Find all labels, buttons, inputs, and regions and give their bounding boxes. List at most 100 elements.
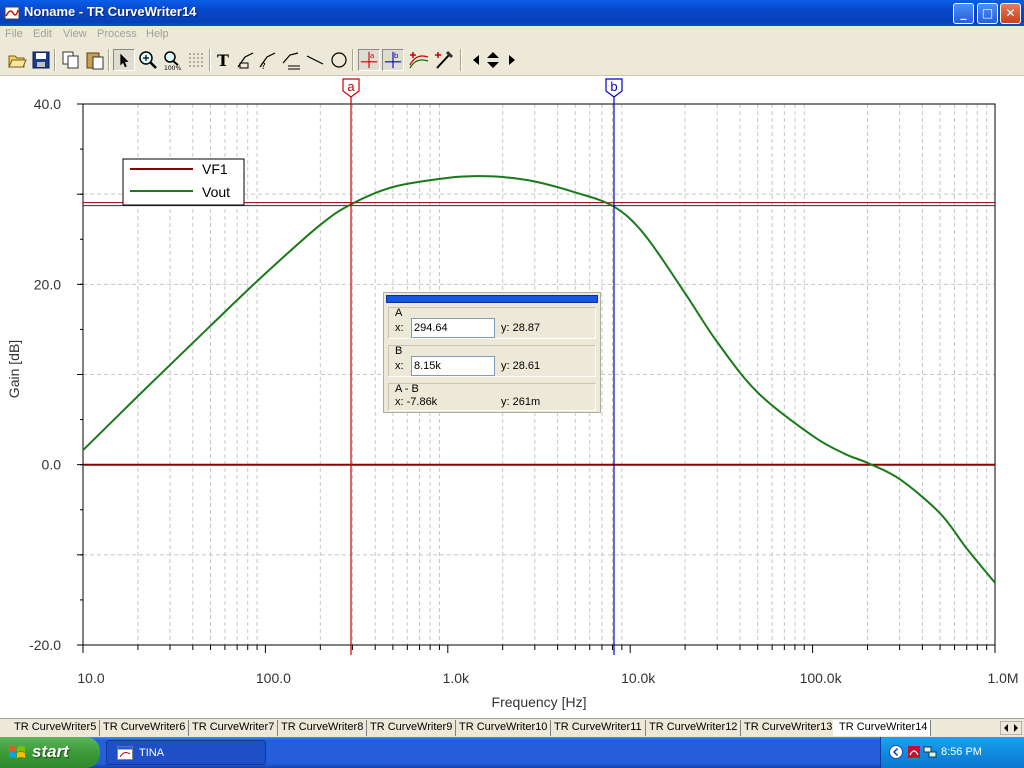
readout-diff-x-value: x: -7.86k (395, 396, 438, 408)
tab-curvewriter8[interactable]: TR CurveWriter8 (275, 720, 368, 736)
legend-label-vout: Vout (202, 184, 230, 200)
cursor-b-label: b (610, 79, 617, 94)
curve-add-icon[interactable] (408, 49, 430, 71)
ellipse-icon[interactable] (328, 49, 350, 71)
y-tick-label: 20.0 (34, 276, 61, 292)
tab-scroll-arrows[interactable] (1000, 721, 1022, 735)
network-icon[interactable] (923, 745, 937, 759)
label-line-icon[interactable] (280, 49, 302, 71)
line-icon[interactable] (304, 49, 326, 71)
zoom-in-icon[interactable] (137, 49, 159, 71)
taskbar: start TINA 8:56 PM (0, 737, 1024, 768)
tab-curvewriter13[interactable]: TR CurveWriter13 (738, 720, 837, 736)
app-window: Noname - TR CurveWriter14 _ □ ✕ File Edi… (0, 0, 1024, 768)
svg-text:?: ? (261, 62, 266, 71)
svg-text:T: T (217, 51, 229, 70)
zoom-100-icon[interactable]: 100% (161, 49, 183, 71)
start-label: start (32, 742, 69, 761)
readout-diff-label: A - B (395, 383, 419, 395)
label-query-icon[interactable]: ? (257, 49, 279, 71)
menu-process[interactable]: Process (97, 28, 137, 40)
cursor-b-icon[interactable]: b (382, 49, 404, 71)
label-icon[interactable] (235, 49, 257, 71)
taskbar-item-tina[interactable]: TINA (106, 740, 266, 765)
grid-icon[interactable] (185, 49, 207, 71)
copy-icon[interactable] (60, 49, 82, 71)
tab-curvewriter11[interactable]: TR CurveWriter11 (548, 720, 646, 736)
cursor-a-label: a (347, 79, 355, 94)
window-title: Noname - TR CurveWriter14 (24, 4, 197, 19)
menu-edit[interactable]: Edit (33, 28, 52, 40)
x-tick-label: 10.0 (77, 670, 104, 686)
probe-icon[interactable] (433, 49, 455, 71)
taskbar-item-label: TINA (139, 747, 165, 759)
chevron-left-icon[interactable] (889, 745, 903, 759)
menu-help[interactable]: Help (146, 28, 169, 40)
tab-curvewriter12[interactable]: TR CurveWriter12 (643, 720, 742, 736)
toolbar-separator (352, 49, 354, 71)
y-tick-label: -20.0 (29, 637, 61, 653)
svg-text:a: a (370, 51, 374, 60)
minimize-button[interactable]: _ (953, 3, 974, 24)
tab-curvewriter9[interactable]: TR CurveWriter9 (364, 720, 457, 736)
x-tick-label: 1.0M (987, 670, 1018, 686)
svg-text:b: b (394, 51, 399, 60)
svg-text:100%: 100% (164, 65, 181, 71)
start-button[interactable]: start (0, 737, 100, 768)
save-icon[interactable] (30, 49, 52, 71)
readout-group-b: B x: 8.15k y: 28.61 (388, 345, 596, 377)
menu-bar: File Edit View Process Help (0, 26, 1024, 44)
readout-a-label: A (395, 307, 403, 319)
tab-curvewriter7[interactable]: TR CurveWriter7 (186, 720, 279, 736)
menu-view[interactable]: View (63, 28, 87, 40)
toolbar: 100% T ? a b (0, 44, 1024, 76)
pointer-icon[interactable] (113, 49, 135, 71)
readout-group-diff: A - B x: -7.86k y: 261m (388, 383, 596, 411)
y-tick-label: 40.0 (34, 96, 61, 112)
readout-b-label: B (395, 345, 403, 357)
toolbar-separator (209, 49, 211, 71)
readout-group-a: A x: 294.64 y: 28.87 (388, 307, 596, 339)
readout-b-x-label: x: (395, 360, 404, 372)
tina-app-icon (117, 746, 133, 760)
windows-logo-icon (9, 746, 25, 758)
cursor-a-x-input[interactable]: 294.64 (411, 318, 495, 338)
tab-curvewriter5[interactable]: TR CurveWriter5 (8, 720, 101, 736)
maximize-button[interactable]: □ (977, 3, 998, 24)
pdf-icon[interactable] (907, 745, 921, 759)
x-tick-label: 100.0 (256, 670, 291, 686)
tab-curvewriter6[interactable]: TR CurveWriter6 (97, 720, 190, 736)
sheet-tabs: TR CurveWriter5 TR CurveWriter6 TR Curve… (0, 718, 1024, 737)
readout-a-x-label: x: (395, 322, 404, 334)
text-icon[interactable]: T (213, 49, 235, 71)
x-tick-label: 1.0k (443, 670, 470, 686)
tab-curvewriter14[interactable]: TR CurveWriter14 (833, 720, 932, 736)
readout-a-y-value: y: 28.87 (501, 322, 541, 334)
paste-icon[interactable] (84, 49, 106, 71)
x-axis-label: Frequency [Hz] (492, 694, 587, 710)
x-tick-label: 10.0k (621, 670, 656, 686)
plot-area[interactable]: 10.0 100.0 1.0k 10.0k 100.0k 1.0M 40.0 20.0 0.0 -… (0, 76, 1024, 718)
close-button[interactable]: ✕ (1000, 3, 1021, 24)
open-icon[interactable] (6, 49, 28, 71)
cursor-readout-panel[interactable]: A x: 294.64 y: 28.87 B x: 8.15k y: 28.61… (383, 292, 601, 413)
toolbar-separator (108, 49, 110, 71)
title-bar[interactable]: Noname - TR CurveWriter14 _ □ ✕ (0, 0, 1024, 26)
toolbar-separator (460, 49, 462, 71)
app-icon (4, 6, 20, 20)
tab-curvewriter10[interactable]: TR CurveWriter10 (453, 720, 552, 736)
y-axis-label: Gain [dB] (6, 340, 22, 398)
x-tick-label: 100.0k (800, 670, 843, 686)
readout-title-bar[interactable] (386, 295, 598, 303)
cursor-a-icon[interactable]: a (358, 49, 380, 71)
system-tray: 8:56 PM (880, 737, 1024, 768)
menu-file[interactable]: File (5, 28, 23, 40)
legend[interactable]: VF1 Vout (122, 158, 245, 206)
readout-diff-y-value: y: 261m (501, 396, 541, 408)
arrow-right-icon[interactable] (500, 49, 522, 71)
cursor-b-x-input[interactable]: 8.15k (411, 356, 495, 376)
readout-b-y-value: y: 28.61 (501, 360, 541, 372)
taskbar-clock: 8:56 PM (941, 746, 982, 758)
toolbar-separator (54, 49, 56, 71)
y-tick-label: 0.0 (42, 457, 62, 473)
